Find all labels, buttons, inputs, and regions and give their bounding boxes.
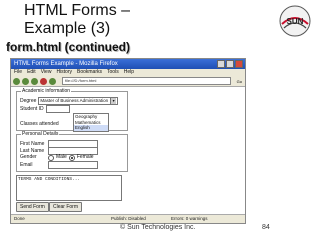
window-title: HTML Forms Example - Mozilla Firefox bbox=[14, 61, 118, 67]
status-middle: Publish: Disabled bbox=[111, 216, 146, 221]
footer-copyright: © Sun Technologies Inc. bbox=[120, 224, 196, 231]
window-buttons bbox=[217, 60, 243, 68]
courses-row: Classes attended bbox=[20, 121, 59, 128]
window-titlebar: HTML Forms Example - Mozilla Firefox bbox=[11, 59, 245, 69]
personal-legend: Personal Details bbox=[21, 131, 60, 138]
course-option[interactable]: English bbox=[74, 125, 108, 131]
page-number: 84 bbox=[262, 224, 270, 231]
gender-row: Gender Male Female bbox=[20, 154, 94, 161]
student-id-input[interactable] bbox=[45, 105, 70, 113]
menu-bar: File Edit View History Bookmarks Tools H… bbox=[11, 69, 245, 76]
status-bar: Done Publish: Disabled Errors: 0 warning… bbox=[11, 214, 245, 223]
menu-view[interactable]: View bbox=[41, 69, 52, 76]
menu-file[interactable]: File bbox=[14, 69, 22, 76]
forward-icon[interactable] bbox=[22, 77, 29, 85]
degree-label: Degree bbox=[20, 97, 37, 104]
degree-value: Master of Business Administration bbox=[40, 98, 109, 103]
menu-tools[interactable]: Tools bbox=[107, 69, 119, 76]
courses-label: Classes attended bbox=[20, 121, 59, 127]
course-listbox[interactable]: Geography Mathematics English bbox=[73, 113, 109, 132]
menu-help[interactable]: Help bbox=[124, 69, 134, 76]
student-id-label: Student ID bbox=[20, 105, 44, 112]
terms-text: TERMS AND CONDITIONS... bbox=[18, 177, 81, 182]
menu-history[interactable]: History bbox=[56, 69, 72, 76]
academic-legend: Academic information bbox=[21, 88, 72, 95]
back-icon[interactable] bbox=[13, 77, 20, 85]
browser-screenshot: HTML Forms Example - Mozilla Firefox Fil… bbox=[10, 58, 246, 224]
stop-icon[interactable] bbox=[40, 77, 47, 85]
maximize-button[interactable] bbox=[226, 60, 234, 68]
course-list-wrap: Geography Mathematics English bbox=[73, 113, 109, 132]
terms-textarea[interactable]: TERMS AND CONDITIONS... bbox=[16, 175, 122, 201]
slide-subtitle: form.html (continued) bbox=[6, 40, 130, 54]
slide-title-line2: Example (3) bbox=[24, 20, 111, 37]
gender-label: Gender bbox=[20, 154, 37, 160]
reload-icon[interactable] bbox=[31, 77, 38, 85]
email-input[interactable] bbox=[48, 161, 98, 169]
degree-row: Degree Master of Business Administration… bbox=[20, 97, 119, 105]
slide-title-line1: HTML Forms – bbox=[24, 2, 131, 19]
clear-form-button[interactable]: Clear Form bbox=[49, 202, 83, 212]
menu-edit[interactable]: Edit bbox=[27, 69, 36, 76]
sun-logo-icon: SUN bbox=[279, 5, 311, 37]
male-label: Male bbox=[56, 154, 67, 160]
male-radio[interactable] bbox=[48, 154, 54, 161]
home-icon[interactable] bbox=[49, 77, 56, 85]
status-right: Errors: 0 warnings bbox=[171, 216, 208, 221]
page-content: Academic information Degree Master of Bu… bbox=[11, 87, 245, 215]
send-form-button[interactable]: Send Form bbox=[16, 202, 49, 212]
minimize-button[interactable] bbox=[217, 60, 225, 68]
menu-bookmarks[interactable]: Bookmarks bbox=[77, 69, 102, 76]
logo-text: SUN bbox=[287, 17, 304, 26]
student-id-row: Student ID bbox=[20, 105, 70, 113]
navigation-toolbar: file:///D:/form.html Go bbox=[11, 76, 245, 87]
email-row: Email bbox=[20, 161, 98, 169]
personal-fieldset: Personal Details First Name Last Name Ge… bbox=[16, 131, 128, 172]
degree-select[interactable]: Master of Business Administration ▾ bbox=[38, 97, 119, 105]
slide-title: HTML Forms – Example (3) bbox=[24, 2, 130, 38]
female-label: Female bbox=[76, 154, 94, 160]
go-button[interactable]: Go bbox=[237, 79, 242, 84]
email-label: Email bbox=[20, 161, 33, 168]
academic-fieldset: Academic information Degree Master of Bu… bbox=[16, 88, 128, 132]
status-left: Done bbox=[14, 216, 25, 221]
close-button[interactable] bbox=[235, 60, 243, 68]
address-bar[interactable]: file:///D:/form.html bbox=[62, 77, 231, 85]
chevron-down-icon: ▾ bbox=[110, 98, 117, 104]
female-radio[interactable] bbox=[68, 154, 75, 161]
